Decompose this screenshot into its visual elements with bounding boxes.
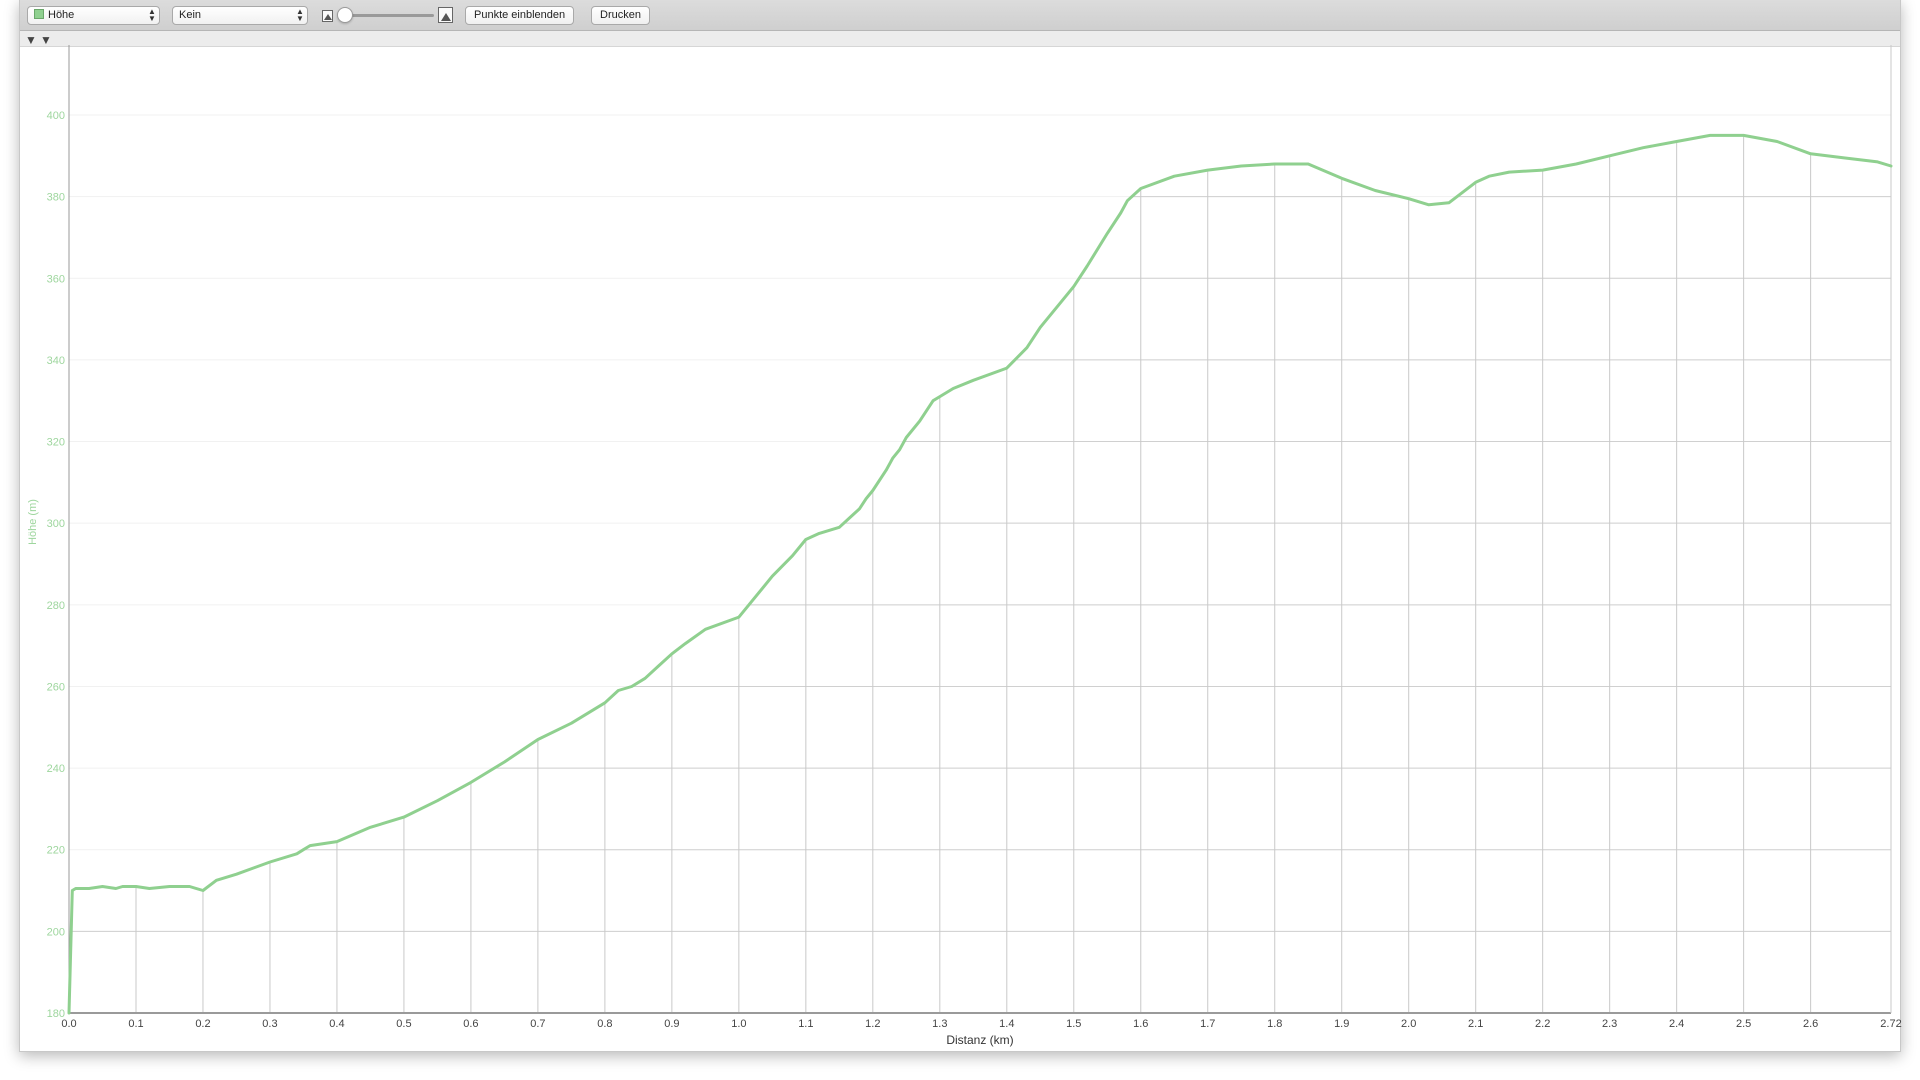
y-tick-label: 240 bbox=[47, 763, 65, 775]
y-axis-ticks: 180200220240260280300320340360380400 bbox=[47, 110, 65, 1020]
x-tick-label: 1.3 bbox=[932, 1018, 947, 1030]
x-tick-label: 2.72 bbox=[1880, 1018, 1901, 1030]
y-tick-label: 400 bbox=[47, 110, 65, 122]
y-tick-label: 320 bbox=[47, 437, 65, 449]
y-tick-label: 200 bbox=[47, 926, 65, 938]
x-tick-label: 1.2 bbox=[865, 1018, 880, 1030]
y-tick-label: 340 bbox=[47, 355, 65, 367]
x-tick-label: 1.1 bbox=[798, 1018, 813, 1030]
y-tick-label: 280 bbox=[47, 600, 65, 612]
x-tick-label: 2.6 bbox=[1803, 1018, 1818, 1030]
x-tick-label: 2.2 bbox=[1535, 1018, 1550, 1030]
elevation-chart: 180200220240260280300320340360380400 0.0… bbox=[27, 45, 1902, 1047]
y-tick-label: 300 bbox=[47, 518, 65, 530]
plot-area bbox=[69, 62, 1891, 1013]
x-tick-label: 0.9 bbox=[664, 1018, 679, 1030]
x-tick-label: 0.6 bbox=[463, 1018, 478, 1030]
x-tick-label: 0.4 bbox=[329, 1018, 344, 1030]
x-tick-label: 2.1 bbox=[1468, 1018, 1483, 1030]
x-tick-label: 1.5 bbox=[1066, 1018, 1081, 1030]
x-tick-label: 0.7 bbox=[530, 1018, 545, 1030]
x-axis-label: Distanz (km) bbox=[946, 1033, 1013, 1047]
y-tick-label: 360 bbox=[47, 273, 65, 285]
x-tick-label: 1.9 bbox=[1334, 1018, 1349, 1030]
x-tick-label: 2.0 bbox=[1401, 1018, 1416, 1030]
x-tick-label: 0.5 bbox=[396, 1018, 411, 1030]
x-tick-label: 2.3 bbox=[1602, 1018, 1617, 1030]
x-tick-label: 0.8 bbox=[597, 1018, 612, 1030]
y-tick-label: 380 bbox=[47, 192, 65, 204]
x-tick-label: 0.1 bbox=[128, 1018, 143, 1030]
y-tick-label: 220 bbox=[47, 845, 65, 857]
x-axis-ticks: 0.0 0.1 0.2 0.3 0.4 0.5 0.6 0.7 0.8 0.9 1.0 1.1 1.2 1… bbox=[61, 1018, 1901, 1030]
x-tick-label: 1.0 bbox=[731, 1018, 746, 1030]
x-tick-label: 1.8 bbox=[1267, 1018, 1282, 1030]
x-tick-label: 1.4 bbox=[999, 1018, 1014, 1030]
x-tick-label: 2.4 bbox=[1669, 1018, 1684, 1030]
x-tick-label: 0.2 bbox=[195, 1018, 210, 1030]
chart-grid bbox=[69, 62, 1892, 1013]
x-tick-label: 0.3 bbox=[262, 1018, 277, 1030]
x-tick-label: 0.0 bbox=[61, 1018, 76, 1030]
y-tick-label: 260 bbox=[47, 681, 65, 693]
y-axis-label: Höhe (m) bbox=[27, 499, 39, 545]
x-tick-label: 1.7 bbox=[1200, 1018, 1215, 1030]
x-tick-label: 2.5 bbox=[1736, 1018, 1751, 1030]
x-tick-label: 1.6 bbox=[1133, 1018, 1148, 1030]
